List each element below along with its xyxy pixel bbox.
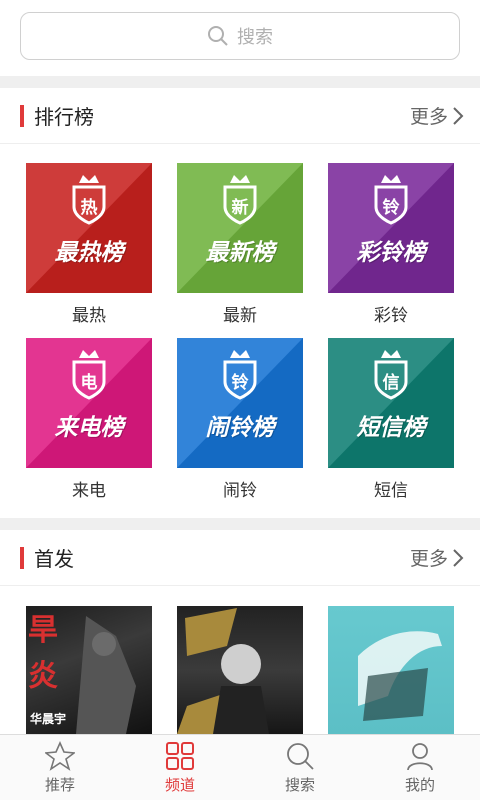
tab-mine[interactable]: 我的 (360, 735, 480, 800)
album-cover[interactable] (328, 606, 454, 734)
chart-cover: 新最新榜 (177, 163, 303, 293)
svg-text:旱: 旱 (28, 613, 58, 648)
bottom-tab-bar: 推荐 频道 搜索 我的 (0, 734, 480, 800)
search-icon (208, 26, 228, 46)
chart-cover: 电来电榜 (26, 338, 152, 468)
chart-card[interactable]: 铃闹铃榜 闹铃 (177, 338, 303, 501)
tab-label: 推荐 (44, 776, 75, 794)
svg-text:炎: 炎 (28, 659, 58, 694)
badge-label: 新 (231, 198, 249, 217)
chart-card[interactable]: 新最新榜 最新 (177, 163, 303, 326)
section-accent-bar (20, 104, 24, 127)
more-button[interactable]: 更多 (410, 102, 464, 129)
tab-label: 我的 (404, 776, 435, 794)
star-icon (45, 740, 75, 771)
tab-channel[interactable]: 频道 (120, 735, 240, 800)
chart-card[interactable]: 热最热榜 最热 (26, 163, 152, 326)
chart-caption: 最新 (223, 306, 257, 325)
chart-cover-title: 闹铃榜 (205, 414, 275, 441)
chart-caption: 短信 (374, 481, 408, 500)
tab-search[interactable]: 搜索 (240, 735, 360, 800)
ranking-section-header: 排行榜 更多 (0, 88, 480, 144)
album-artist: 华晨宇 (30, 712, 67, 726)
album-cover[interactable]: 旱 炎 华晨宇 (26, 606, 152, 734)
badge-label: 热 (80, 198, 98, 217)
chart-caption: 彩铃 (374, 306, 408, 325)
chart-cover: 信短信榜 (328, 338, 454, 468)
premiere-section-header: 首发 更多 (0, 530, 480, 586)
chart-cover-title: 彩铃榜 (356, 239, 426, 266)
tab-label: 频道 (164, 776, 195, 794)
grid-icon (166, 741, 194, 770)
chart-cover: 热最热榜 (26, 163, 152, 293)
chart-cover-title: 短信榜 (356, 414, 426, 441)
chart-caption: 来电 (72, 481, 106, 500)
tab-recommend[interactable]: 推荐 (0, 735, 120, 800)
badge-label: 铃 (231, 373, 249, 392)
chart-cover-title: 最新榜 (205, 239, 275, 266)
badge-label: 信 (382, 373, 400, 392)
user-icon (407, 742, 433, 770)
chart-cover-title: 最热榜 (54, 239, 124, 266)
chart-cover: 铃彩铃榜 (328, 163, 454, 293)
chart-card[interactable]: 信短信榜 短信 (328, 338, 454, 501)
chart-cover: 铃闹铃榜 (177, 338, 303, 468)
more-label: 更多 (409, 107, 448, 128)
chart-card[interactable]: 电来电榜 来电 (26, 338, 152, 501)
album-cover[interactable] (177, 606, 303, 734)
section-accent-bar (20, 546, 24, 569)
badge-label: 铃 (382, 198, 400, 217)
chart-caption: 最热 (72, 306, 106, 325)
divider (0, 518, 480, 530)
search-area: 搜索 (0, 0, 480, 76)
tab-label: 搜索 (284, 776, 315, 794)
chevron-right-icon (453, 548, 464, 567)
chart-cover-title: 来电榜 (54, 414, 124, 441)
chevron-right-icon (453, 106, 464, 125)
section-title: 排行榜 (34, 107, 94, 129)
album-art (177, 608, 269, 734)
more-label: 更多 (409, 549, 448, 570)
section-title: 首发 (34, 549, 74, 571)
divider (0, 76, 480, 88)
badge-label: 电 (80, 373, 98, 392)
search-icon (287, 742, 314, 770)
search-input[interactable]: 搜索 (20, 12, 460, 60)
more-button[interactable]: 更多 (410, 544, 464, 571)
search-placeholder: 搜索 (237, 27, 273, 47)
chart-card[interactable]: 铃彩铃榜 彩铃 (328, 163, 454, 326)
chart-caption: 闹铃 (223, 481, 257, 500)
album-art (358, 631, 442, 721)
